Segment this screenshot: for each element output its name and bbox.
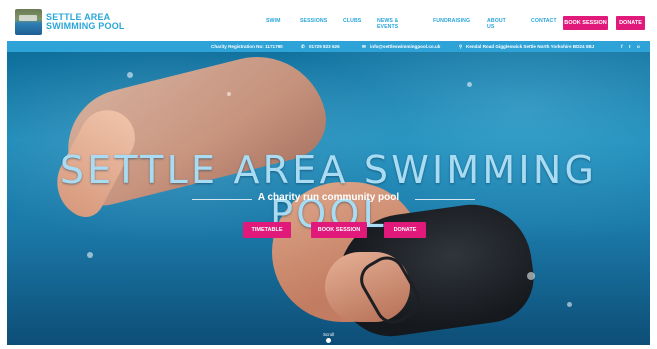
water-droplet [527, 272, 535, 280]
book-session-button[interactable]: BOOK SESSION [563, 16, 608, 30]
scroll-indicator[interactable]: Scroll [323, 332, 334, 343]
nav-about-us[interactable]: ABOUT US [487, 18, 506, 30]
hero-donate-button[interactable]: DONATE [384, 222, 426, 238]
nav-clubs[interactable]: CLUBS [343, 18, 361, 24]
water-droplet [87, 252, 93, 258]
water-droplet [467, 82, 472, 87]
logo-image [15, 9, 42, 35]
email-link[interactable]: info@settleswimmingpool.co.uk [370, 44, 440, 49]
nav-news-events[interactable]: NEWS & EVENTS [377, 18, 398, 30]
water-droplet [227, 92, 231, 96]
twitter-icon[interactable]: t [629, 44, 631, 49]
hero-banner: SETTLE AREA SWIMMING POOL A charity run … [7, 52, 650, 345]
phone-number[interactable]: 01729 823 626 [309, 44, 340, 49]
nav-fundraising[interactable]: FUNDRAISING [433, 18, 470, 24]
page-frame: SETTLE AREA SWIMMING POOL SWIM SESSIONS … [7, 4, 650, 345]
map-pin-icon: ⚲ [459, 44, 463, 49]
logo-line-2: SWIMMING POOL [46, 21, 125, 31]
instagram-icon[interactable]: o [637, 44, 640, 49]
water-droplet [127, 72, 133, 78]
hero-subtitle: A charity run community pool [257, 192, 400, 203]
nav-sessions[interactable]: SESSIONS [300, 18, 327, 24]
logo-text: SETTLE AREA SWIMMING POOL [46, 12, 125, 32]
contact-info-bar: Charity Registration No: 1171790 ✆ 01729… [7, 41, 650, 52]
facebook-icon[interactable]: f [621, 44, 623, 49]
scroll-dot-icon [326, 338, 332, 343]
nav-contact[interactable]: CONTACT [531, 18, 557, 24]
scroll-label: Scroll [323, 332, 335, 337]
water-droplet [567, 302, 572, 307]
hero-book-session-button[interactable]: BOOK SESSION [311, 222, 367, 238]
envelope-icon: ✉ [362, 44, 366, 49]
address: Kendal Road Giggleswick Settle North Yor… [466, 44, 595, 49]
timetable-button[interactable]: TIMETABLE [243, 222, 291, 238]
site-logo[interactable]: SETTLE AREA SWIMMING POOL [15, 9, 125, 35]
phone-icon: ✆ [301, 44, 305, 49]
nav-swim[interactable]: SWIM [266, 18, 281, 24]
charity-registration: Charity Registration No: 1171790 [211, 44, 283, 49]
donate-button[interactable]: DONATE [616, 16, 645, 30]
site-header: SETTLE AREA SWIMMING POOL SWIM SESSIONS … [7, 4, 650, 41]
subtitle-rule-right [415, 199, 475, 200]
